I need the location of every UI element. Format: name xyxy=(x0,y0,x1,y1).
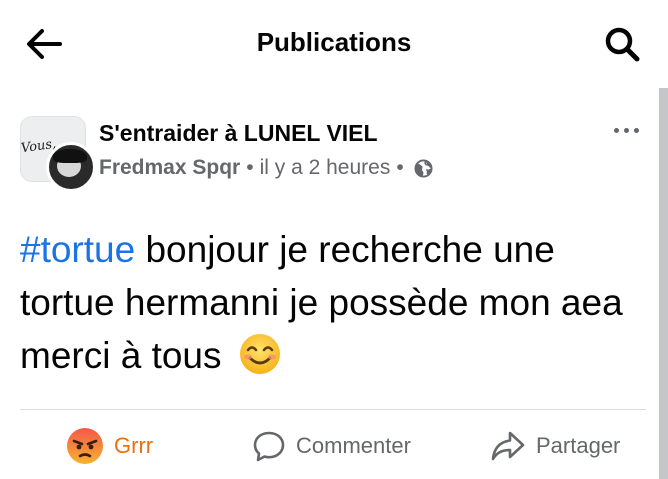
author-name[interactable]: Fredmax Spqr xyxy=(99,156,240,180)
comment-label: Commenter xyxy=(296,433,411,458)
post-header: Vous, S'entraider à LUNEL VIEL Fredmax S… xyxy=(20,114,650,194)
actions-divider xyxy=(20,409,646,410)
reaction-label: Grrr xyxy=(114,433,154,458)
comment-button[interactable]: Commenter xyxy=(252,424,411,468)
page-title: Publications xyxy=(256,27,412,57)
top-bar: Publications xyxy=(0,0,668,86)
search-button[interactable] xyxy=(600,22,644,66)
post-time[interactable]: il y a 2 heures xyxy=(260,156,391,180)
group-name[interactable]: S'entraider à LUNEL VIEL xyxy=(99,120,378,147)
meta-separator-2: • xyxy=(396,156,404,179)
comment-bubble-icon xyxy=(253,431,285,462)
hashtag-link[interactable]: #tortue xyxy=(20,229,135,270)
more-options-button[interactable] xyxy=(610,118,642,142)
search-icon xyxy=(605,27,640,62)
angry-face-icon xyxy=(67,428,103,464)
post-text: #tortue bonjour je recherche une tortue … xyxy=(20,223,645,382)
smiling-face-icon xyxy=(239,334,280,374)
share-button[interactable]: Partager xyxy=(490,424,620,468)
meta-separator: • xyxy=(246,156,254,179)
globe-icon xyxy=(414,158,433,178)
post-meta: Fredmax Spqr • il y a 2 heures • xyxy=(99,156,433,180)
share-label: Partager xyxy=(536,433,621,458)
scrollbar[interactable] xyxy=(659,88,668,479)
author-avatar[interactable] xyxy=(46,142,96,192)
share-arrow-icon xyxy=(491,431,525,461)
reaction-button[interactable]: Grrr xyxy=(66,424,153,468)
